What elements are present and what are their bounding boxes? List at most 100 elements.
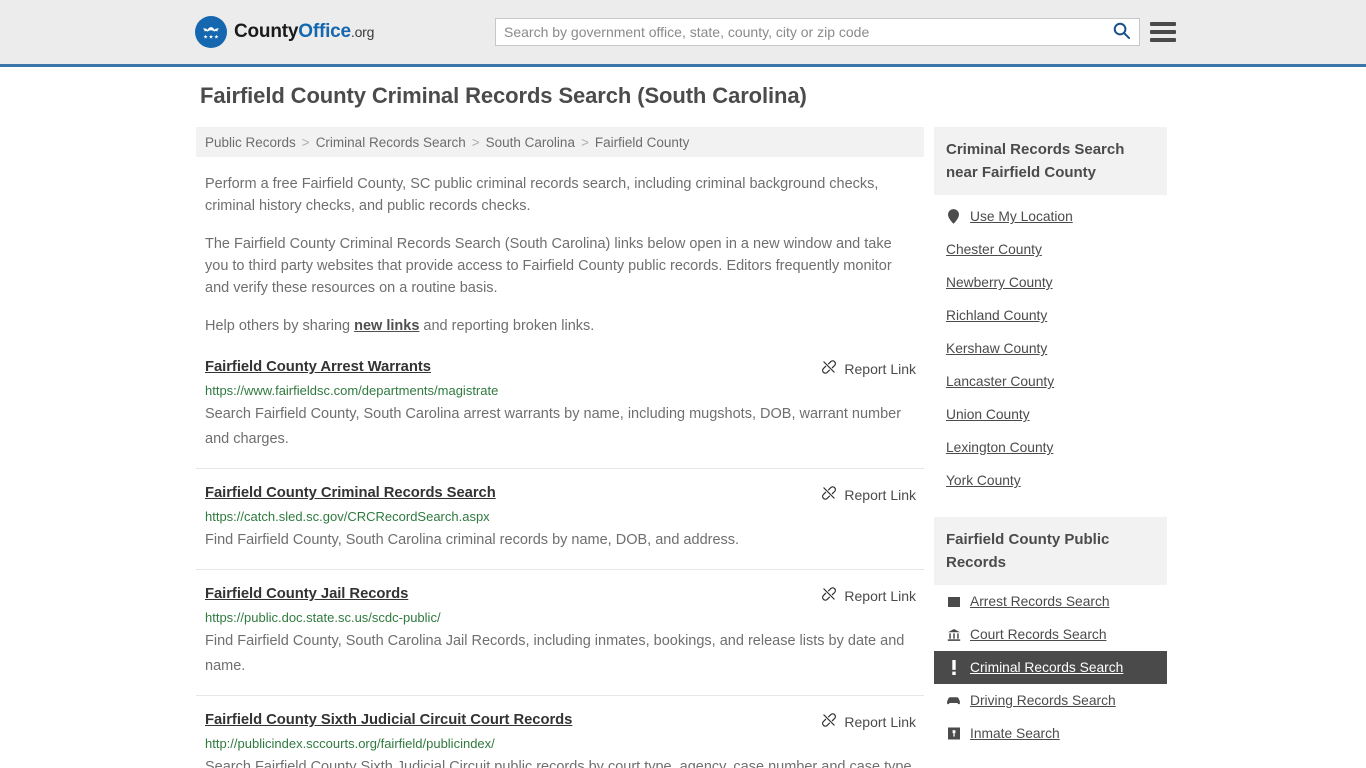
- brand-tld: .org: [350, 24, 375, 40]
- public-records-link[interactable]: Inmate Search: [970, 726, 1060, 741]
- public-records-panel: Fairfield County Public Records Arrest R…: [934, 517, 1167, 750]
- breadcrumb: Public Records > Criminal Records Search…: [196, 127, 924, 157]
- result-url: https://catch.sled.sc.gov/CRCRecordSearc…: [205, 509, 490, 524]
- page-body: Fairfield County Criminal Records Search…: [0, 67, 1366, 768]
- county-link[interactable]: Union County: [946, 407, 1030, 422]
- nearby-county-list: Chester County Newberry County Richland …: [934, 233, 1167, 497]
- county-item-lancaster[interactable]: Lancaster County: [934, 365, 1167, 398]
- public-records-item-inmate[interactable]: Inmate Search: [934, 717, 1167, 750]
- report-link-button[interactable]: Report Link: [821, 712, 916, 731]
- county-item-union[interactable]: Union County: [934, 398, 1167, 431]
- intro-text-after-link: and reporting broken links.: [419, 318, 595, 334]
- car-icon: [946, 693, 961, 708]
- result-title-link[interactable]: Fairfield County Jail Records: [205, 586, 408, 602]
- use-my-location-button[interactable]: Use My Location: [934, 195, 1167, 233]
- result-url: https://public.doc.state.sc.us/scdc-publ…: [205, 610, 441, 625]
- hamburger-menu-icon: [1150, 22, 1176, 26]
- result-description: Search Fairfield County Sixth Judicial C…: [205, 759, 916, 768]
- nearby-counties-heading: Criminal Records Search near Fairfield C…: [934, 127, 1167, 195]
- county-item-york[interactable]: York County: [934, 464, 1167, 497]
- broken-link-icon: [821, 586, 837, 605]
- county-link[interactable]: Lexington County: [946, 440, 1053, 455]
- result-url: https://www.fairfieldsc.com/departments/…: [205, 383, 499, 398]
- county-link[interactable]: Newberry County: [946, 275, 1053, 290]
- public-records-item-driving[interactable]: Driving Records Search: [934, 684, 1167, 717]
- hamburger-menu-icon: [1150, 30, 1176, 34]
- hamburger-menu-button[interactable]: [1150, 20, 1176, 44]
- result-title-link[interactable]: Fairfield County Arrest Warrants: [205, 359, 431, 375]
- public-records-link[interactable]: Driving Records Search: [970, 693, 1116, 708]
- result-item: Fairfield County Criminal Records Search…: [196, 485, 924, 570]
- search-input[interactable]: [496, 19, 1103, 45]
- eagle-stars-emblem-icon: [195, 16, 227, 48]
- result-list: Fairfield County Arrest Warrants Report …: [196, 359, 924, 768]
- public-records-item-arrest[interactable]: Arrest Records Search: [934, 585, 1167, 618]
- county-link[interactable]: Chester County: [946, 242, 1042, 257]
- report-link-label: Report Link: [844, 713, 916, 730]
- map-pin-icon: [946, 209, 961, 224]
- county-link[interactable]: Kershaw County: [946, 341, 1047, 356]
- result-description: Find Fairfield County, South Carolina cr…: [205, 532, 740, 548]
- intro-paragraph-3: Help others by sharing new links and rep…: [205, 315, 917, 337]
- nearby-counties-panel: Criminal Records Search near Fairfield C…: [934, 127, 1167, 497]
- intro-text-before-link: Help others by sharing: [205, 318, 355, 334]
- result-item: Fairfield County Sixth Judicial Circuit …: [196, 712, 924, 768]
- use-my-location-label[interactable]: Use My Location: [970, 209, 1073, 224]
- brand-part-2: Office: [298, 21, 351, 42]
- site-logo[interactable]: CountyOffice.org: [195, 16, 374, 48]
- broken-link-icon: [821, 485, 837, 504]
- breadcrumb-separator-icon: >: [580, 134, 589, 150]
- broken-link-icon: [821, 712, 837, 731]
- public-records-link[interactable]: Criminal Records Search: [970, 660, 1123, 675]
- brand-part-1: County: [234, 21, 299, 42]
- new-links-link[interactable]: new links: [354, 318, 419, 334]
- report-link-button[interactable]: Report Link: [821, 586, 916, 605]
- result-item: Fairfield County Jail Records Report Lin…: [196, 586, 924, 696]
- search-bar: [495, 18, 1140, 46]
- site-header: CountyOffice.org: [0, 0, 1366, 67]
- result-url: http://publicindex.sccourts.org/fairfiel…: [205, 736, 495, 751]
- breadcrumb-item-criminal-records-search[interactable]: Criminal Records Search: [316, 135, 466, 150]
- county-link[interactable]: Richland County: [946, 308, 1047, 323]
- report-link-button[interactable]: Report Link: [821, 485, 916, 504]
- search-button[interactable]: [1103, 19, 1139, 45]
- filled-square-icon: [946, 594, 961, 609]
- result-title-link[interactable]: Fairfield County Criminal Records Search: [205, 485, 496, 501]
- breadcrumb-separator-icon: >: [471, 134, 480, 150]
- exclamation-icon: [946, 660, 961, 675]
- courthouse-icon: [946, 627, 961, 642]
- report-link-label: Report Link: [844, 360, 916, 377]
- county-item-chester[interactable]: Chester County: [934, 233, 1167, 266]
- breadcrumb-item-public-records[interactable]: Public Records: [205, 135, 296, 150]
- search-icon: [1112, 21, 1131, 43]
- county-item-richland[interactable]: Richland County: [934, 299, 1167, 332]
- result-description: Find Fairfield County, South Carolina Ja…: [205, 633, 905, 674]
- result-title-link[interactable]: Fairfield County Sixth Judicial Circuit …: [205, 712, 572, 728]
- public-records-link[interactable]: Court Records Search: [970, 627, 1107, 642]
- breadcrumb-separator-icon: >: [301, 134, 310, 150]
- site-logo-text: CountyOffice.org: [234, 21, 374, 43]
- county-item-kershaw[interactable]: Kershaw County: [934, 332, 1167, 365]
- county-link[interactable]: York County: [946, 473, 1021, 488]
- public-records-heading: Fairfield County Public Records: [934, 517, 1167, 585]
- result-description: Search Fairfield County, South Carolina …: [205, 406, 902, 447]
- jail-icon: [946, 726, 961, 741]
- public-records-item-criminal[interactable]: Criminal Records Search: [934, 651, 1167, 684]
- intro-paragraph-1: Perform a free Fairfield County, SC publ…: [205, 176, 879, 214]
- hamburger-menu-icon: [1150, 38, 1176, 42]
- public-records-list: Arrest Records Search Court Records Sear…: [934, 585, 1167, 750]
- intro-paragraph-2: The Fairfield County Criminal Records Se…: [205, 236, 892, 296]
- breadcrumb-item-fairfield-county[interactable]: Fairfield County: [595, 135, 690, 150]
- breadcrumb-item-south-carolina[interactable]: South Carolina: [486, 135, 575, 150]
- main-content: Public Records > Criminal Records Search…: [196, 127, 924, 768]
- public-records-link[interactable]: Arrest Records Search: [970, 594, 1110, 609]
- report-link-button[interactable]: Report Link: [821, 359, 916, 378]
- report-link-label: Report Link: [844, 587, 916, 604]
- report-link-label: Report Link: [844, 486, 916, 503]
- county-link[interactable]: Lancaster County: [946, 374, 1054, 389]
- result-item: Fairfield County Arrest Warrants Report …: [196, 359, 924, 469]
- county-item-lexington[interactable]: Lexington County: [934, 431, 1167, 464]
- county-item-newberry[interactable]: Newberry County: [934, 266, 1167, 299]
- public-records-item-court[interactable]: Court Records Search: [934, 618, 1167, 651]
- sidebar: Criminal Records Search near Fairfield C…: [934, 127, 1167, 750]
